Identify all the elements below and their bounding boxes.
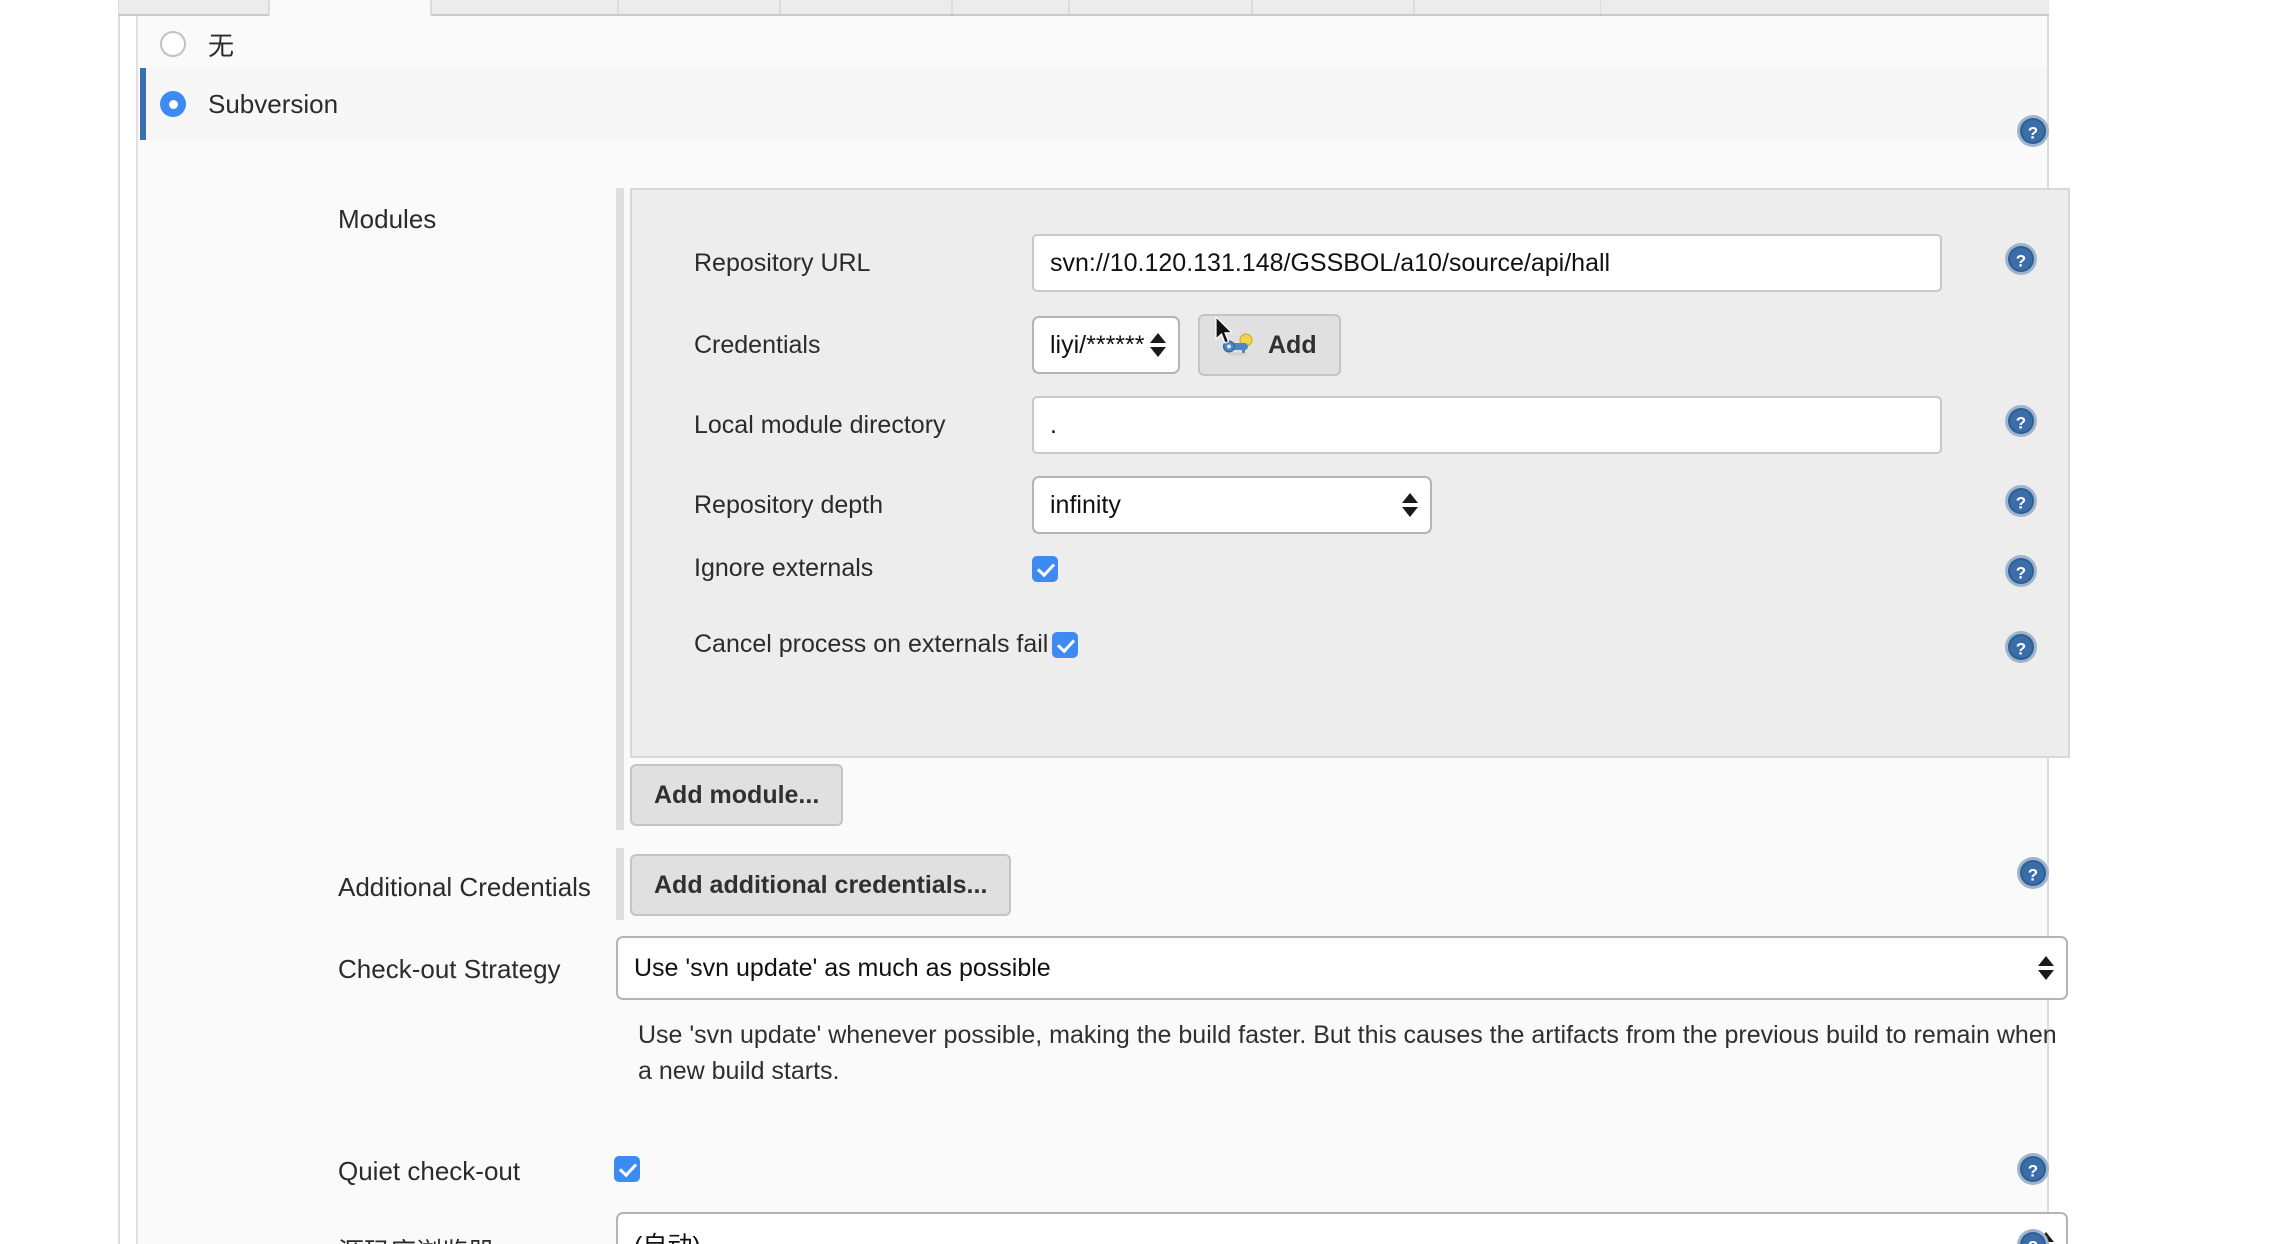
tab-build-triggers[interactable]: 构建触发器	[430, 0, 618, 14]
row-cancel-process-on-externals-fail: Cancel process on externals fail	[632, 630, 2072, 659]
svg-text:?: ?	[2028, 866, 2038, 885]
repository-depth-select-value: infinity	[1050, 490, 1121, 519]
add-module-button[interactable]: Add module...	[630, 764, 844, 826]
additional-credentials-label: Additional Credentials	[338, 872, 591, 902]
chevron-updown-icon	[1150, 333, 1166, 357]
svg-text:?: ?	[2028, 124, 2038, 143]
add-module-rail	[616, 758, 624, 830]
credentials-select[interactable]: liyi/******	[1032, 316, 1180, 374]
add-credentials-button-label: Add	[1268, 330, 1317, 359]
help-icon-additional-credentials[interactable]: ?	[2016, 856, 2050, 890]
modules-panel: Repository URL svn://10.120.131.148/GSSB…	[630, 188, 2070, 758]
help-icon-repository-browser[interactable]: ?	[2016, 1228, 2050, 1244]
svg-text:?: ?	[2028, 1162, 2038, 1181]
jenkins-job-config-page: General 源码管理 构建触发器 构建环境 Pre Steps Build …	[0, 0, 2272, 1244]
repository-browser-select[interactable]: (自动)	[616, 1212, 2068, 1244]
chevron-updown-icon	[1402, 493, 1418, 517]
help-icon-quiet-checkout[interactable]: ?	[2016, 1152, 2050, 1186]
row-repository-url: Repository URL svn://10.120.131.148/GSSB…	[632, 234, 2072, 292]
add-additional-credentials-button-label: Add additional credentials...	[654, 870, 988, 899]
row-credentials: Credentials liyi/****** Add	[632, 314, 2072, 376]
chevron-updown-icon	[2038, 956, 2054, 980]
help-icon-cancel-process[interactable]: ?	[2004, 630, 2038, 664]
tab-post-build-actions[interactable]: 构建后操作	[1414, 0, 1602, 14]
row-ignore-externals: Ignore externals	[632, 554, 2072, 583]
add-module-button-label: Add module...	[654, 780, 820, 809]
help-icon-local-module-directory[interactable]: ?	[2004, 404, 2038, 438]
scm-option-subversion[interactable]: Subversion	[140, 68, 2047, 140]
help-icon[interactable]: ?	[2016, 114, 2050, 148]
row-local-module-directory: Local module directory .	[632, 396, 2072, 454]
cancel-process-checkbox[interactable]	[1052, 631, 1078, 658]
scm-option-none-label: 无	[208, 30, 235, 61]
additional-credentials-rail	[616, 848, 624, 920]
help-icon-repository-url[interactable]: ?	[2004, 242, 2038, 276]
config-tab-bar: General 源码管理 构建触发器 构建环境 Pre Steps Build …	[118, 0, 2049, 16]
credentials-label: Credentials	[694, 330, 821, 359]
quiet-checkout-checkbox[interactable]	[614, 1156, 640, 1182]
svg-text:?: ?	[2016, 414, 2026, 433]
modules-section-label: Modules	[338, 204, 437, 234]
cancel-process-label: Cancel process on externals fail	[694, 630, 1049, 658]
ignore-externals-label: Ignore externals	[694, 554, 874, 582]
tab-source-code-mgmt[interactable]: 源码管理	[268, 0, 431, 16]
radio-subversion[interactable]	[160, 91, 186, 117]
tab-post-steps[interactable]: Post Steps	[1069, 0, 1253, 14]
tab-build[interactable]: Build	[951, 0, 1070, 14]
svg-text:?: ?	[2016, 564, 2026, 583]
tab-build-environment[interactable]: 构建环境	[617, 0, 780, 14]
svg-text:?: ?	[2016, 252, 2026, 271]
svg-text:?: ?	[2016, 494, 2026, 513]
modules-section-rail	[616, 188, 624, 758]
add-additional-credentials-button[interactable]: Add additional credentials...	[630, 854, 1012, 916]
tab-general[interactable]: General	[118, 0, 269, 14]
key-icon	[1223, 333, 1253, 356]
ignore-externals-checkbox[interactable]	[1032, 555, 1058, 582]
repository-depth-label: Repository depth	[694, 490, 884, 519]
checkout-strategy-value: Use 'svn update' as much as possible	[634, 953, 1051, 982]
radio-none[interactable]	[160, 31, 186, 57]
tab-build-settings[interactable]: 构建设置	[1252, 0, 1415, 14]
config-form-body: 无 Subversion ? Modules Repository URL sv…	[118, 16, 2070, 1244]
repository-depth-select[interactable]: infinity	[1032, 476, 1432, 534]
row-repository-depth: Repository depth infinity	[632, 476, 2072, 534]
svg-text:?: ?	[2016, 640, 2026, 659]
checkout-strategy-description: Use 'svn update' whenever possible, maki…	[638, 1021, 2057, 1085]
local-module-directory-label: Local module directory	[694, 410, 946, 439]
help-icon-repository-depth[interactable]: ?	[2004, 484, 2038, 518]
local-module-directory-input[interactable]: .	[1032, 396, 1942, 454]
add-credentials-button[interactable]: Add	[1198, 314, 1341, 376]
repository-url-input[interactable]: svn://10.120.131.148/GSSBOL/a10/source/a…	[1032, 234, 1942, 292]
credentials-select-value: liyi/******	[1050, 330, 1145, 359]
repository-browser-label: 源码库浏览器	[338, 1232, 494, 1244]
checkout-strategy-label: Check-out Strategy	[338, 954, 561, 984]
form-left-rail	[120, 16, 138, 1244]
help-icon-ignore-externals[interactable]: ?	[2004, 554, 2038, 588]
checkout-strategy-select[interactable]: Use 'svn update' as much as possible	[616, 936, 2068, 1000]
quiet-checkout-label: Quiet check-out	[338, 1156, 521, 1186]
tab-pre-steps[interactable]: Pre Steps	[780, 0, 952, 14]
svg-text:?: ?	[2028, 1238, 2038, 1244]
repository-url-label: Repository URL	[694, 248, 871, 277]
scm-option-subversion-label: Subversion	[208, 88, 339, 119]
scm-option-none[interactable]: 无	[140, 20, 2047, 68]
repository-browser-value: (自动)	[634, 1226, 701, 1244]
